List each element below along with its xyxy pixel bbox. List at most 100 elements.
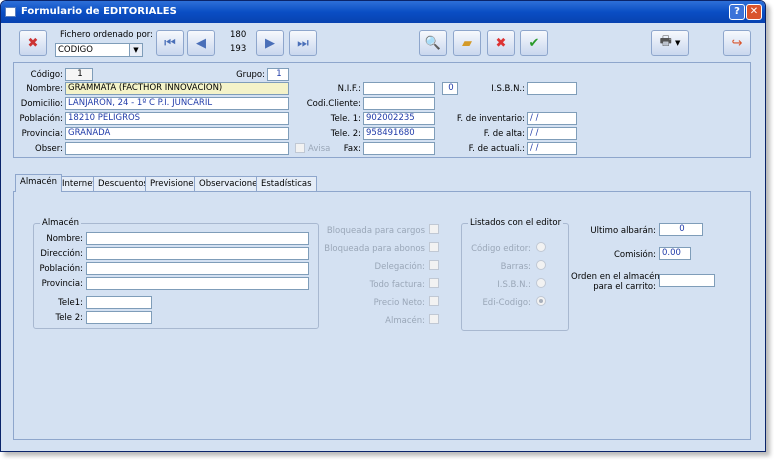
tele2-field[interactable]: 958491680 <box>363 127 435 140</box>
check-label-bloq-cargos: Bloqueada para cargos <box>326 226 425 236</box>
check-bloq-abonos[interactable] <box>429 242 439 252</box>
nombre-label: Nombre: <box>26 84 63 94</box>
alm-poblacion-label: Población: <box>39 264 83 274</box>
exit-icon: ↪ <box>731 35 743 51</box>
check-delegacion[interactable] <box>429 260 439 270</box>
check-precio-neto[interactable] <box>429 296 439 306</box>
search-button[interactable]: 🔍 <box>419 30 447 56</box>
codigo-field[interactable]: 1 <box>65 68 93 81</box>
ultimo-albaran-field[interactable]: 0 <box>659 223 703 236</box>
title-bar: Formulario de EDITORIALES ? ✕ <box>1 1 765 23</box>
sort-select[interactable]: CODIGO ▼ <box>55 43 143 57</box>
nif-label: N.I.F.: <box>337 84 361 94</box>
prev-record-button[interactable]: ◀ <box>187 30 215 56</box>
accept-button[interactable]: ✔ <box>520 30 548 56</box>
codigo-label: Código: <box>30 70 63 80</box>
next-record-button[interactable]: ▶ <box>256 30 284 56</box>
isbn-label: I.S.B.N.: <box>491 84 525 94</box>
help-button[interactable]: ? <box>729 4 745 20</box>
first-record-button[interactable]: ⏮ <box>156 30 184 56</box>
factual-label: F. de actuali.: <box>468 144 525 154</box>
check-label-bloq-abonos: Bloqueada para abonos <box>324 244 425 254</box>
tab-almacen[interactable]: Almacén <box>15 174 62 192</box>
obser-field[interactable] <box>65 142 289 155</box>
alm-direccion-field[interactable] <box>86 247 309 260</box>
alm-provincia-field[interactable] <box>86 277 309 290</box>
tools-button[interactable]: ✖ <box>19 30 47 56</box>
open-button[interactable]: ▰ <box>453 30 481 56</box>
radio-barras[interactable] <box>536 260 546 270</box>
radio-label-barras: Barras: <box>500 262 531 272</box>
exit-button[interactable]: ↪ <box>723 30 751 56</box>
fax-field[interactable] <box>363 142 435 155</box>
orden-field[interactable] <box>659 274 715 287</box>
domicilio-field[interactable]: LANJARON, 24 - 1º C P.I. JUNCARIL <box>65 97 289 110</box>
orden-label-1: Orden en el almacén <box>571 272 660 282</box>
chevron-down-icon: ▼ <box>129 44 142 56</box>
finventario-field[interactable]: / / <box>527 112 577 125</box>
radio-codigo-editor[interactable] <box>536 242 546 252</box>
printer-icon: 🖶 <box>659 34 672 49</box>
alm-tele2-label: Tele 2: <box>55 313 83 323</box>
falta-field[interactable]: / / <box>527 127 577 140</box>
editoriales-window: Formulario de EDITORIALES ? ✕ ✖ Fichero … <box>0 0 766 452</box>
check-label-almacen: Almacén: <box>385 316 425 326</box>
nombre-field[interactable]: GRAMMATA (FACTHOR INNOVACION) <box>65 82 289 95</box>
check-label-delegacion: Delegación: <box>374 262 425 272</box>
radio-edi-codigo[interactable] <box>536 296 546 306</box>
radio-label-edi-codigo: Edi-Codigo: <box>482 298 531 308</box>
prev-icon: ◀ <box>196 35 206 51</box>
falta-label: F. de alta: <box>483 129 525 139</box>
check-icon: ✔ <box>528 35 540 51</box>
check-almacen[interactable] <box>429 314 439 324</box>
last-record-button[interactable]: ⏭ <box>289 30 317 56</box>
first-icon: ⏮ <box>164 35 176 51</box>
check-todo-factura[interactable] <box>429 278 439 288</box>
window-title: Formulario de EDITORIALES <box>21 6 177 17</box>
alm-nombre-field[interactable] <box>86 232 309 245</box>
tools-icon: ✖ <box>27 35 39 51</box>
tele1-field[interactable]: 902002235 <box>363 112 435 125</box>
alm-tele2-field[interactable] <box>86 311 152 324</box>
check-bloq-cargos[interactable] <box>429 224 439 234</box>
alm-poblacion-field[interactable] <box>86 262 309 275</box>
nif-field[interactable] <box>363 82 435 95</box>
listados-group: Listados con el editor <box>461 218 569 331</box>
comision-field[interactable]: 0.00 <box>659 247 691 260</box>
grupo-field[interactable]: 1 <box>267 68 289 81</box>
radio-label-isbn: I.S.B.N.: <box>497 280 531 290</box>
factual-field[interactable]: / / <box>527 142 577 155</box>
alm-direccion-label: Dirección: <box>40 249 83 259</box>
tab-descuentos[interactable]: Descuentos <box>93 176 153 191</box>
finventario-label: F. de inventario: <box>456 114 525 124</box>
delete-icon: ✖ <box>495 35 507 51</box>
close-button[interactable]: ✕ <box>746 4 762 20</box>
delete-button[interactable]: ✖ <box>487 30 515 56</box>
alm-tele1-label: Tele1: <box>58 298 83 308</box>
print-button[interactable]: 🖶 ▼ <box>651 30 689 56</box>
isbn-field[interactable] <box>527 82 577 95</box>
alm-provincia-label: Provincia: <box>41 279 83 289</box>
grupo-label: Grupo: <box>236 70 265 80</box>
provincia-field[interactable]: GRANADA <box>65 127 289 140</box>
orden-label-2: para el carrito: <box>593 282 656 292</box>
sort-label: Fichero ordenado por: <box>60 30 154 40</box>
domicilio-label: Domicilio: <box>20 99 63 109</box>
folder-icon: ▰ <box>462 35 472 51</box>
codcliente-field[interactable] <box>363 97 435 110</box>
poblacion-field[interactable]: 18210 PELIGROS <box>65 112 289 125</box>
alm-nombre-label: Nombre: <box>46 234 83 244</box>
record-total: 193 <box>230 44 247 54</box>
app-icon <box>5 7 16 17</box>
comision-label: Comisión: <box>613 250 656 260</box>
alm-tele1-field[interactable] <box>86 296 152 309</box>
ultimo-albaran-label: Ultimo albarán: <box>590 226 656 236</box>
tele1-label: Tele. 1: <box>330 114 361 124</box>
record-current: 180 <box>230 30 247 40</box>
next-icon: ▶ <box>265 35 275 51</box>
chevron-down-icon: ▼ <box>674 39 681 47</box>
tab-estadisticas[interactable]: Estadísticas <box>256 176 317 191</box>
obser-label: Obser: <box>35 144 63 154</box>
radio-isbn[interactable] <box>536 278 546 288</box>
codcliente-label: Codi.Cliente: <box>306 99 361 109</box>
